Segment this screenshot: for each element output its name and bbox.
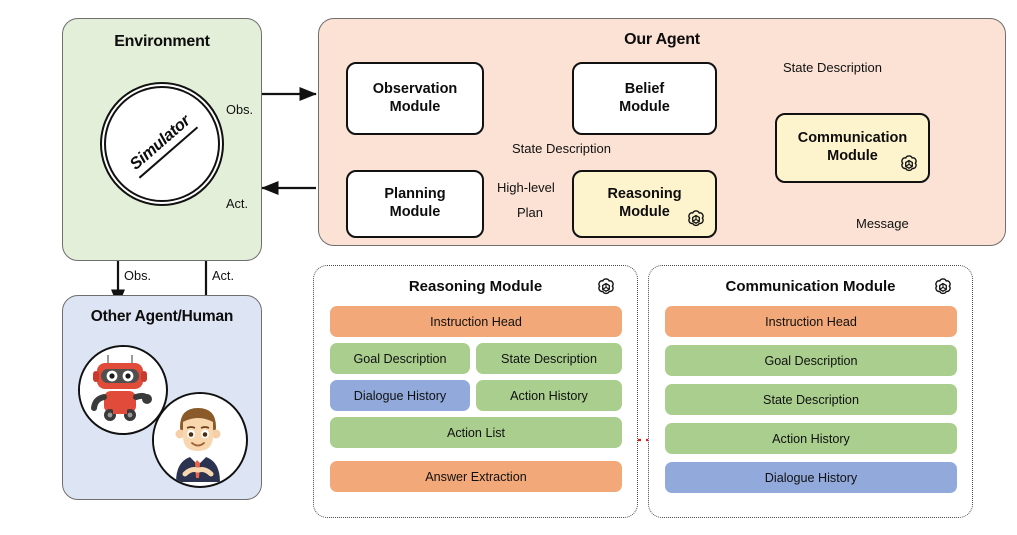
reasoning-module-line2: Module <box>619 204 670 220</box>
communication-field-goal-description[interactable]: Goal Description <box>665 345 957 376</box>
openai-icon <box>595 276 617 298</box>
planning-module-line2: Module <box>389 204 441 220</box>
environment-title: Environment <box>114 33 210 50</box>
openai-icon <box>932 276 954 298</box>
our-agent-title: Our Agent <box>624 31 700 48</box>
edge-label-state-description-mid: State Description <box>512 141 611 156</box>
reasoning-field-instruction-head[interactable]: Instruction Head <box>330 306 622 337</box>
edge-label-high-level: High-level <box>497 180 555 195</box>
other-agent-human-title: Other Agent/Human <box>90 308 234 325</box>
edge-label-message: Message <box>856 216 909 231</box>
communication-module-box[interactable]: Communication Module <box>775 113 930 183</box>
edge-label-obs-right: Obs. <box>226 102 254 117</box>
simulator-node: Simulator <box>100 82 224 206</box>
openai-icon <box>898 153 920 175</box>
belief-module-line1: Belief <box>624 80 665 97</box>
communication-module-line2: Module <box>827 148 878 164</box>
communication-field-dialogue-history[interactable]: Dialogue History <box>665 462 957 493</box>
observation-module-line1: Observation <box>372 80 458 97</box>
simulator-label-wrap: Simulator <box>100 82 224 206</box>
edge-label-obs-down: Obs. <box>124 268 152 283</box>
human-avatar <box>152 392 248 488</box>
communication-panel-title: Communication Module <box>725 278 896 295</box>
reasoning-field-dialogue-history[interactable]: Dialogue History <box>330 380 470 411</box>
planning-module-box[interactable]: Planning Module <box>346 170 484 238</box>
edge-label-act-right: Act. <box>226 196 249 211</box>
belief-module-line2: Module <box>619 98 670 115</box>
communication-field-state-description[interactable]: State Description <box>665 384 957 415</box>
reasoning-field-goal-description[interactable]: Goal Description <box>330 343 470 374</box>
edge-label-state-description-top: State Description <box>783 60 882 75</box>
communication-module-line1: Communication <box>797 130 908 147</box>
planning-module-line1: Planning <box>384 186 446 203</box>
edge-label-act-up: Act. <box>212 268 235 283</box>
communication-module-detail-panel: Communication Module Instruction Head Go… <box>648 265 973 518</box>
communication-field-action-history[interactable]: Action History <box>665 423 957 454</box>
belief-module-box[interactable]: Belief Module <box>572 62 717 135</box>
reasoning-module-box[interactable]: Reasoning Module <box>572 170 717 238</box>
observation-module-box[interactable]: Observation Module <box>346 62 484 135</box>
communication-field-instruction-head[interactable]: Instruction Head <box>665 306 957 337</box>
diagram-canvas: Environment Simulator Obs. Act. Obs. Act… <box>0 0 1017 535</box>
reasoning-field-state-description[interactable]: State Description <box>476 343 622 374</box>
reasoning-field-action-list[interactable]: Action List <box>330 417 622 448</box>
reasoning-field-action-history[interactable]: Action History <box>476 380 622 411</box>
reasoning-panel-title: Reasoning Module <box>408 278 543 295</box>
openai-icon <box>685 208 707 230</box>
reasoning-field-answer-extraction[interactable]: Answer Extraction <box>330 461 622 492</box>
observation-module-line2: Module <box>389 98 441 115</box>
reasoning-module-line1: Reasoning <box>607 186 682 203</box>
edge-label-plan: Plan <box>517 205 544 220</box>
reasoning-module-detail-panel: Reasoning Module Instruction Head Goal D… <box>313 265 638 518</box>
simulator-label: Simulator <box>125 109 199 179</box>
